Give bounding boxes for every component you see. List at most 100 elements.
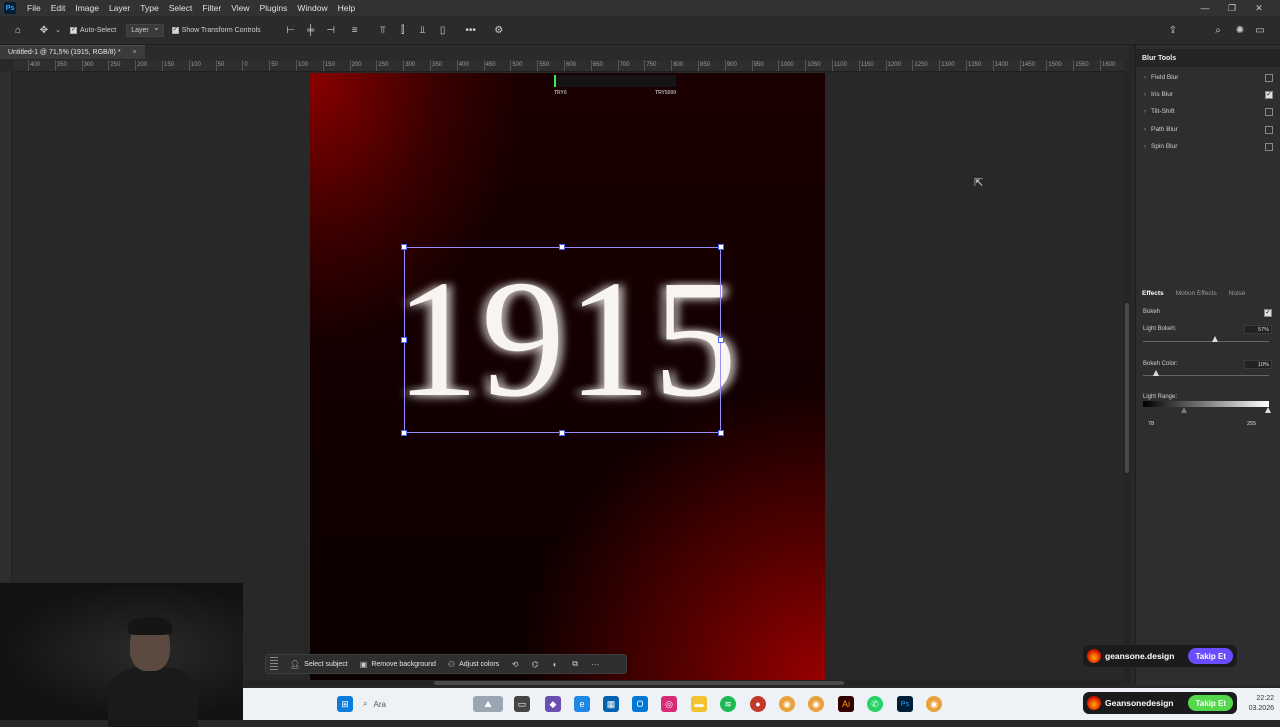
chevron-right-icon[interactable]: › <box>1144 127 1146 133</box>
blur-item-tilt-shift[interactable]: › Tilt-Shift <box>1136 103 1280 120</box>
edge-icon[interactable]: e <box>574 696 590 712</box>
align-right-icon[interactable]: ⊣ <box>321 20 341 40</box>
app-icon[interactable]: ◆ <box>545 696 561 712</box>
tab-noise[interactable]: Noise <box>1223 290 1252 297</box>
menu-edit[interactable]: Edit <box>46 3 71 13</box>
chevron-right-icon[interactable]: › <box>1144 75 1146 81</box>
scroll-thumb[interactable] <box>434 681 844 685</box>
blur-tools-title[interactable]: Blur Tools <box>1136 55 1182 62</box>
light-range-gradient[interactable] <box>1143 401 1269 407</box>
workspace-icon[interactable]: ▭ <box>1250 20 1270 40</box>
chrome-icon[interactable]: ◉ <box>926 696 942 712</box>
menu-plugins[interactable]: Plugins <box>254 3 292 13</box>
spin-blur-checkbox[interactable] <box>1265 142 1273 151</box>
minimize-icon[interactable]: — <box>1192 0 1218 16</box>
align-left-icon[interactable]: ⊢ <box>281 20 301 40</box>
blur-item-spin-blur[interactable]: › Spin Blur <box>1136 138 1280 155</box>
follow-button[interactable]: Takip Et <box>1188 648 1233 664</box>
adjust-colors-button[interactable]: ⚇ Adjust colors <box>442 656 505 672</box>
light-range-low-thumb[interactable] <box>1181 407 1187 413</box>
text-layer-1915[interactable]: 1915 <box>395 241 737 437</box>
blur-item-iris-blur[interactable]: › Iris Blur ✓ <box>1136 86 1280 103</box>
menu-file[interactable]: File <box>22 3 46 13</box>
layer-select[interactable]: Layer <box>126 23 164 37</box>
instagram-icon[interactable]: ◎ <box>661 696 677 712</box>
transform-handle-br[interactable] <box>718 430 724 436</box>
light-bokeh-slider-thumb[interactable] <box>1211 336 1218 342</box>
task-view-icon[interactable]: ▭ <box>514 696 530 712</box>
menu-type[interactable]: Type <box>135 3 163 13</box>
home-icon[interactable]: ⌂ <box>8 20 28 40</box>
light-bokeh-value[interactable]: 57% <box>1244 325 1272 334</box>
show-transform-checkbox[interactable]: ✓ Show Transform Controls <box>171 26 261 34</box>
artboard[interactable]: TRY0 TRY5000 1915 <box>310 73 825 685</box>
gear-icon[interactable]: ⚙ <box>489 20 509 40</box>
scroll-thumb[interactable] <box>1125 303 1129 473</box>
chevron-down-icon[interactable]: ⌄ <box>54 20 62 40</box>
path-blur-checkbox[interactable] <box>1265 125 1273 134</box>
transform-icon[interactable]: ⟲ <box>505 656 525 672</box>
align-bottom-icon[interactable]: ⫫ <box>413 20 433 40</box>
blur-item-path-blur[interactable]: › Path Blur <box>1136 121 1280 138</box>
transform-handle-b[interactable] <box>559 430 565 436</box>
transform-handle-t[interactable] <box>559 244 565 250</box>
store-icon[interactable]: ▦ <box>603 696 619 712</box>
close-icon[interactable]: ✕ <box>1246 0 1272 16</box>
menu-help[interactable]: Help <box>333 3 360 13</box>
chrome-icon[interactable]: ◉ <box>808 696 824 712</box>
distribute-vertical-icon[interactable]: ▯ <box>433 20 453 40</box>
transform-handle-r[interactable] <box>718 337 724 343</box>
photoshop-icon[interactable]: Ps <box>897 696 913 712</box>
move-tool-icon[interactable]: ✥ <box>34 20 54 40</box>
light-range-low-value[interactable]: 78 <box>1148 421 1154 427</box>
tilt-shift-checkbox[interactable] <box>1265 107 1273 116</box>
spotify-icon[interactable]: ≋ <box>720 696 736 712</box>
transform-handle-l[interactable] <box>401 337 407 343</box>
chrome-icon[interactable]: ◉ <box>779 696 795 712</box>
iris-blur-checkbox[interactable]: ✓ <box>1265 90 1273 99</box>
smart-object-icon[interactable]: ⧉ <box>565 656 585 672</box>
windows-start-icon[interactable]: ⊞ <box>337 696 353 712</box>
menu-window[interactable]: Window <box>292 3 332 13</box>
restore-icon[interactable]: ❐ <box>1219 0 1245 16</box>
light-range-high-thumb[interactable] <box>1265 407 1271 413</box>
light-bokeh-slider[interactable] <box>1143 341 1269 342</box>
whatsapp-icon[interactable]: ✆ <box>867 696 883 712</box>
taskbar-clock[interactable]: 22:22 03.2026 <box>1249 694 1274 714</box>
chevron-right-icon[interactable]: › <box>1144 144 1146 150</box>
align-center-icon[interactable]: ╪ <box>301 20 321 40</box>
transform-handle-bl[interactable] <box>401 430 407 436</box>
select-subject-button[interactable]: 👤︎ Select subject <box>284 656 354 672</box>
align-middle-icon[interactable]: ⫿ <box>393 20 413 40</box>
document-tab[interactable]: Untitled-1 @ 71,5% (1915, RGB/8) * × <box>0 45 145 59</box>
align-top-icon[interactable]: ⫪ <box>373 20 393 40</box>
close-tab-icon[interactable]: × <box>133 49 137 56</box>
remove-background-button[interactable]: ▣ Remove background <box>354 656 442 672</box>
more-options-icon[interactable]: ••• <box>461 20 481 40</box>
menu-view[interactable]: View <box>226 3 254 13</box>
bokeh-color-slider[interactable] <box>1143 375 1269 376</box>
blur-item-field-blur[interactable]: › Field Blur <box>1136 69 1280 86</box>
menu-image[interactable]: Image <box>70 3 104 13</box>
folder-icon[interactable]: ▬ <box>691 696 707 712</box>
distribute-icon[interactable]: ≡ <box>345 20 365 40</box>
tab-effects[interactable]: Effects <box>1136 290 1170 297</box>
menu-layer[interactable]: Layer <box>104 3 135 13</box>
illustrator-icon[interactable]: Ai <box>838 696 854 712</box>
chevron-right-icon[interactable]: › <box>1144 92 1146 98</box>
widgets-icon[interactable]: ⛰ <box>473 696 503 712</box>
field-blur-checkbox[interactable] <box>1265 73 1273 82</box>
menu-select[interactable]: Select <box>164 3 198 13</box>
bokeh-color-value[interactable]: 10% <box>1244 360 1272 369</box>
light-range-high-value[interactable]: 255 <box>1247 421 1256 427</box>
transform-frame[interactable] <box>404 247 721 433</box>
menu-filter[interactable]: Filter <box>197 3 226 13</box>
search-icon[interactable]: ⌕ <box>1208 20 1228 40</box>
bokeh-color-slider-thumb[interactable] <box>1152 370 1159 376</box>
discover-icon[interactable]: ✺ <box>1230 20 1250 40</box>
transform-handle-tl[interactable] <box>401 244 407 250</box>
drag-handle-icon[interactable] <box>270 657 278 671</box>
mask-icon[interactable]: ◐ <box>545 656 565 672</box>
vertical-scrollbar[interactable] <box>1124 73 1130 685</box>
warp-icon[interactable]: ⌬ <box>525 656 545 672</box>
